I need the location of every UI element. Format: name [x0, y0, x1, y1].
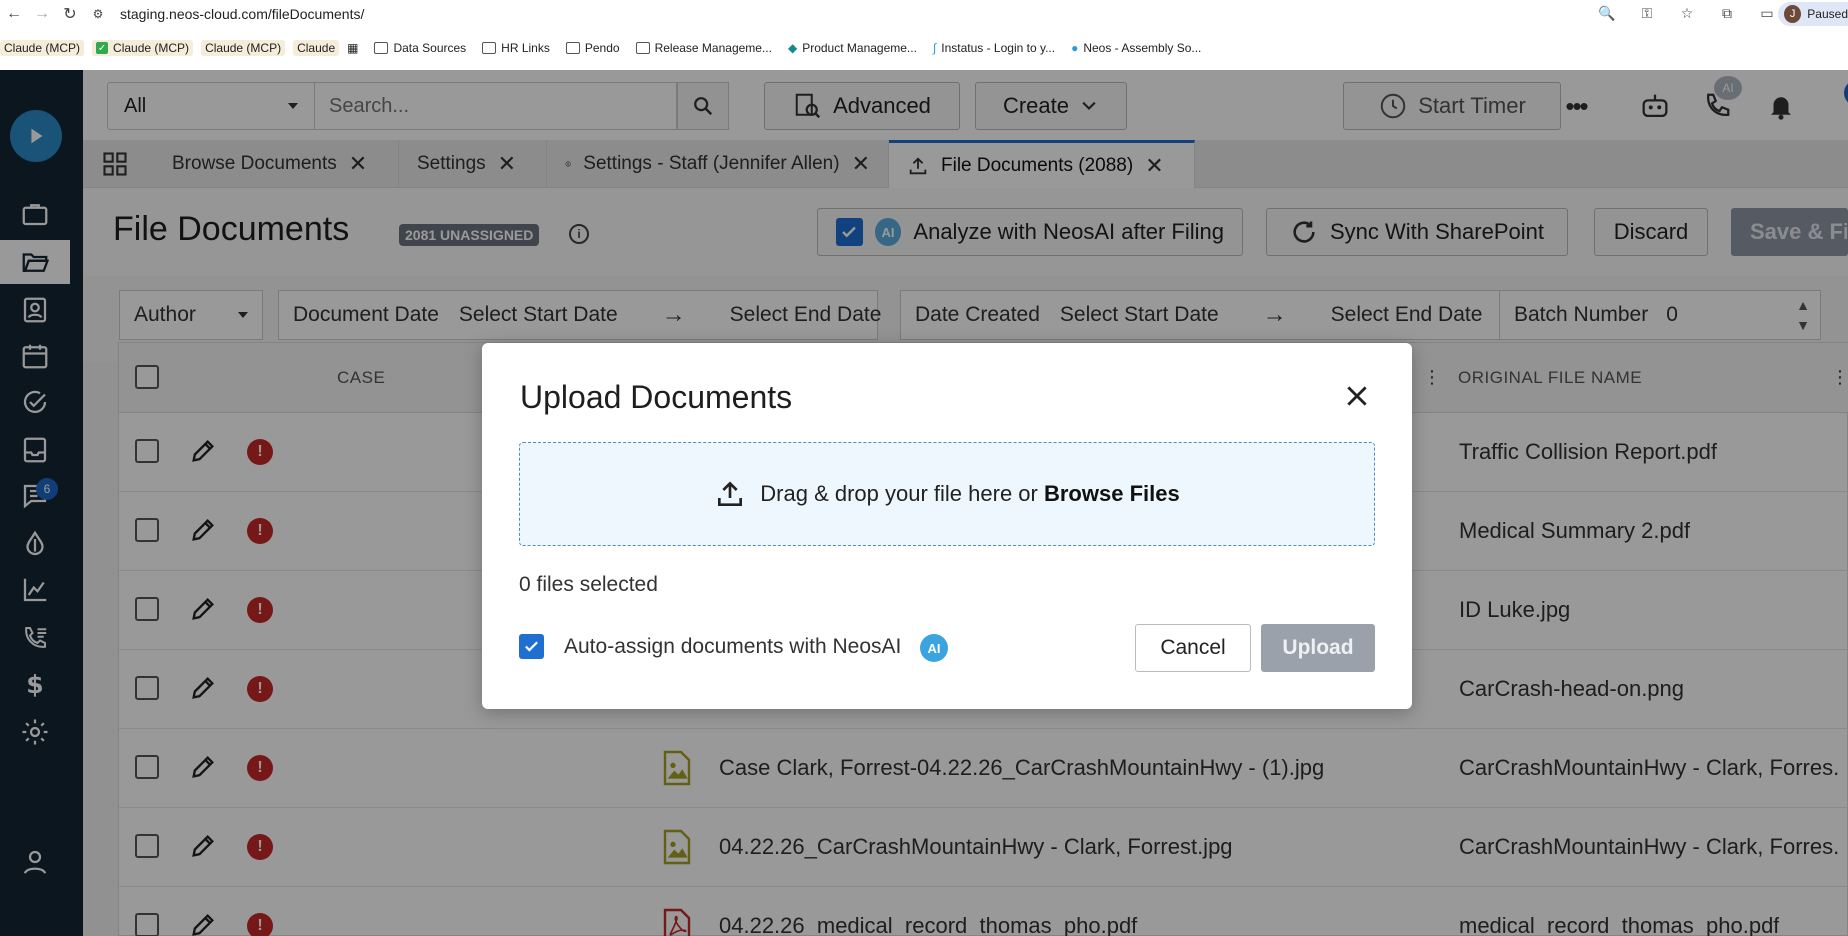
- bookmark-hr-links[interactable]: HR Links: [482, 41, 550, 55]
- bookmark-label: Claude (MCP): [4, 41, 81, 55]
- cancel-button[interactable]: Cancel: [1135, 624, 1251, 672]
- apps-grid-icon[interactable]: ▦: [347, 41, 358, 55]
- bookmark-claude-mcp-3[interactable]: Claude (MCP): [201, 40, 286, 56]
- bookmark-label: Claude (MCP): [113, 41, 190, 55]
- bookmark-claude-mcp-1[interactable]: Claude (MCP): [0, 40, 85, 56]
- bookmark-instatus[interactable]: ∫ Instatus - Login to y...: [933, 41, 1055, 55]
- folder-icon: [482, 42, 497, 54]
- zoom-icon[interactable]: 🔍: [1596, 2, 1618, 24]
- bookmark-label: Instatus - Login to y...: [941, 41, 1056, 55]
- upload-button[interactable]: Upload: [1261, 624, 1375, 672]
- neos-icon: ●: [1071, 41, 1079, 55]
- bookmark-release-management[interactable]: Release Manageme...: [635, 41, 772, 55]
- auto-assign-checkbox[interactable]: [519, 634, 544, 659]
- file-dropzone[interactable]: Drag & drop your file here or Browse Fil…: [519, 442, 1375, 546]
- forward-icon[interactable]: →: [28, 2, 56, 26]
- checkmark-icon: [525, 641, 538, 652]
- bookmark-claude-mcp-2[interactable]: ✓ Claude (MCP): [92, 40, 194, 56]
- bookmark-pendo[interactable]: Pendo: [565, 41, 620, 55]
- key-icon[interactable]: ⚿: [1636, 2, 1658, 24]
- close-icon[interactable]: [1342, 381, 1372, 411]
- instatus-icon: ∫: [932, 41, 937, 55]
- bookmark-label: HR Links: [501, 41, 550, 55]
- dropzone-text: Drag & drop your file here or Browse Fil…: [760, 481, 1179, 507]
- bookmark-neos-assembly[interactable]: ● Neos - Assembly So...: [1071, 41, 1201, 55]
- address-row: ← → ↻ ⚙ staging.neos-cloud.com/fileDocum…: [0, 0, 1848, 28]
- bookmark-product-management[interactable]: ◆ Product Manageme...: [788, 41, 917, 55]
- bookmark-label: Claude: [297, 41, 336, 55]
- folder-icon: [565, 42, 580, 54]
- bookmark-data-sources[interactable]: Data Sources: [374, 41, 466, 55]
- drop-instruction: Drag & drop your file here or: [760, 481, 1044, 506]
- profile-button[interactable]: J Paused: [1778, 2, 1848, 26]
- profile-status: Paused: [1807, 7, 1848, 21]
- dialog-title: Upload Documents: [520, 379, 793, 415]
- folder-icon: [374, 42, 389, 54]
- reload-icon[interactable]: ↻: [56, 2, 84, 26]
- folder-icon: [635, 42, 650, 54]
- auto-assign-label: Auto-assign documents with NeosAI: [564, 635, 902, 658]
- browser-chrome: ← → ↻ ⚙ staging.neos-cloud.com/fileDocum…: [0, 0, 1848, 70]
- ai-badge: AI: [920, 634, 948, 662]
- bookmark-label: Release Manageme...: [654, 41, 772, 55]
- upload-icon: [718, 481, 743, 506]
- bookmark-claude[interactable]: Claude: [293, 40, 340, 56]
- tab-search-icon[interactable]: ▭: [1756, 2, 1778, 24]
- browse-files-link[interactable]: Browse Files: [1044, 481, 1180, 506]
- bookmarks-bar: Claude (MCP) ✓ Claude (MCP) Claude (MCP) …: [0, 36, 1848, 60]
- files-selected-count: 0 files selected: [519, 573, 658, 596]
- bookmark-label: Pendo: [584, 41, 620, 55]
- upload-documents-dialog: Upload Documents Drag & drop your file h…: [482, 343, 1412, 709]
- bookmark-label: Claude (MCP): [205, 41, 282, 55]
- avatar: J: [1784, 5, 1802, 23]
- bookmark-star-icon[interactable]: ☆: [1676, 2, 1698, 24]
- bookmark-label: Data Sources: [393, 41, 467, 55]
- check-icon: ✓: [96, 42, 109, 54]
- site-settings-icon[interactable]: ⚙: [84, 2, 112, 26]
- address-bar[interactable]: staging.neos-cloud.com/fileDocuments/: [120, 6, 364, 22]
- extensions-icon[interactable]: ⧉: [1716, 2, 1738, 24]
- back-icon[interactable]: ←: [0, 2, 28, 26]
- bookmark-label: Product Manageme...: [802, 41, 917, 55]
- bookmark-label: Neos - Assembly So...: [1083, 41, 1202, 55]
- address-bar-icons: 🔍 ⚿ ☆ ⧉ ▭: [1596, 2, 1778, 24]
- sharepoint-icon: ◆: [787, 41, 798, 55]
